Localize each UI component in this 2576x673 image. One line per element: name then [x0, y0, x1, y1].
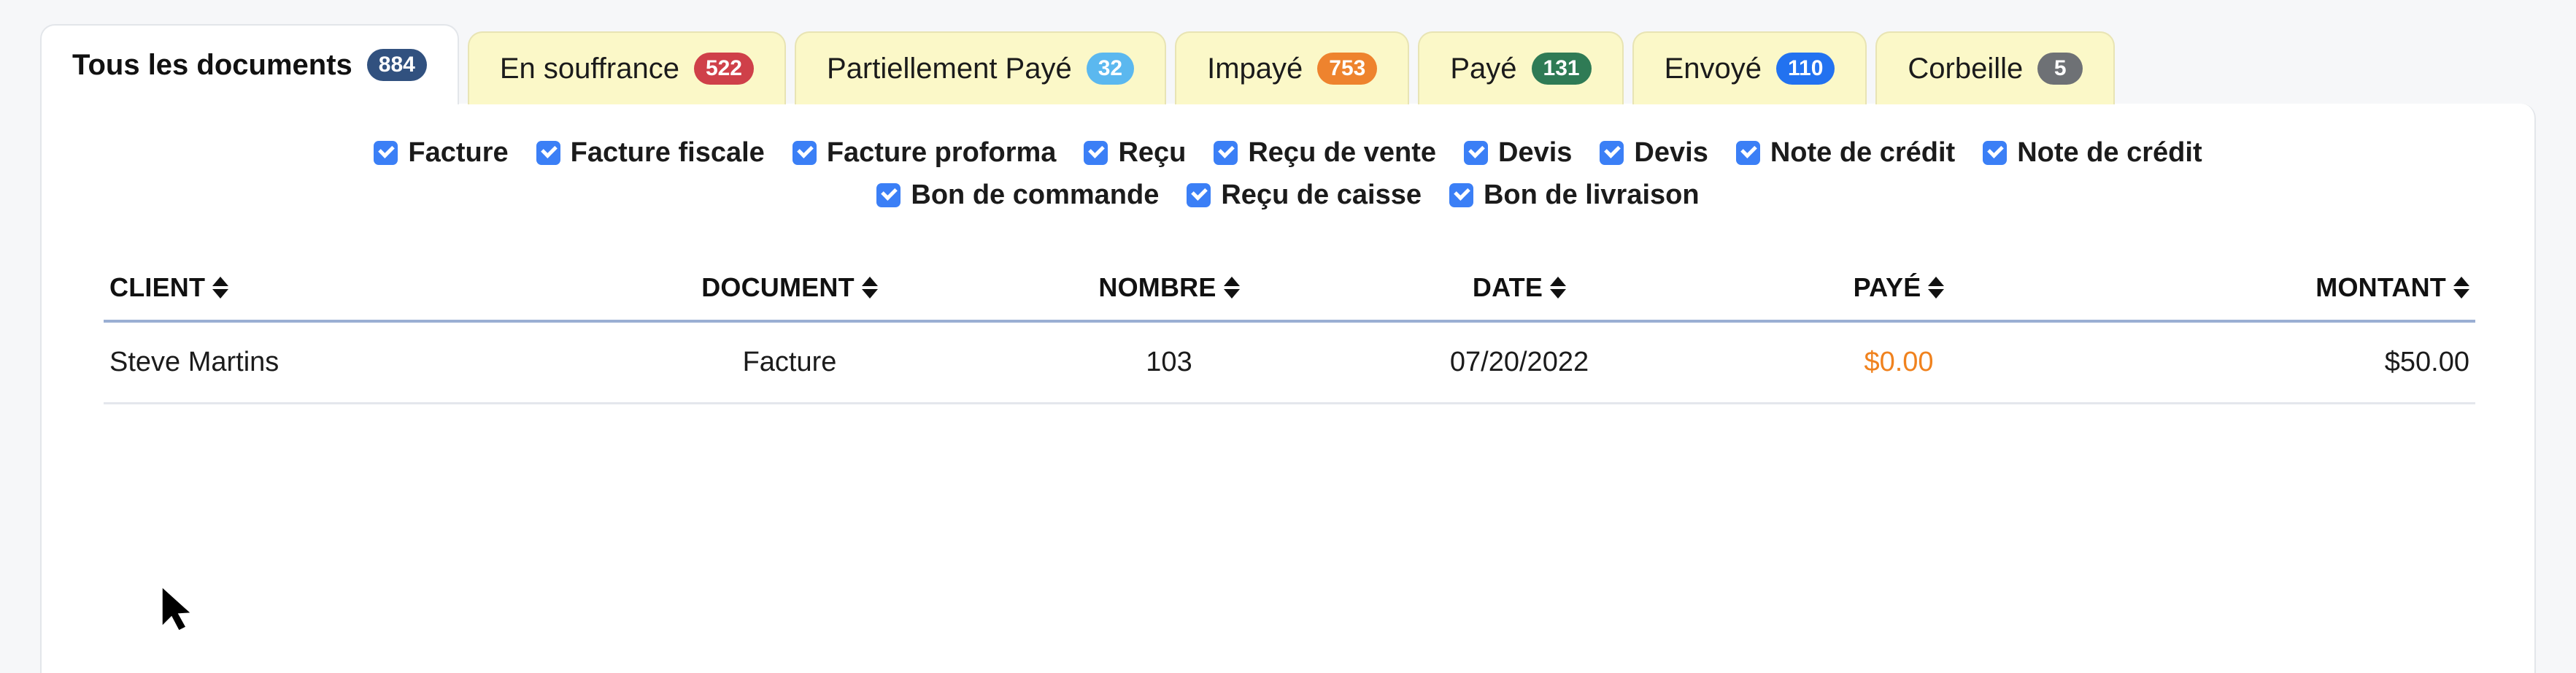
column-header-label: DOCUMENT [701, 272, 855, 302]
document-status-tabs: Tous les documents 884 En souffrance 522 Par… [40, 24, 2116, 104]
column-header-montant[interactable]: MONTANT [2089, 272, 2475, 303]
tab-count-badge: 110 [1776, 53, 1835, 85]
documents-page: Facture Facture fiscale Facture proforma Re… [0, 0, 2576, 673]
checkmark-icon[interactable] [1084, 140, 1108, 165]
sort-arrows-icon[interactable] [861, 277, 878, 299]
tab-label: Impayé [1207, 53, 1303, 85]
filter-label: Reçu de vente [1248, 137, 1437, 168]
column-header-client[interactable]: CLIENT [104, 272, 571, 303]
filter-checkbox-re-u-de-vente[interactable]: Reçu de vente [1214, 139, 1436, 166]
checkmark-icon[interactable] [536, 140, 560, 165]
sort-arrows-icon[interactable] [1928, 277, 1945, 299]
checkmark-icon[interactable] [1600, 140, 1624, 165]
tab-label: Envoyé [1664, 53, 1762, 85]
checkmark-icon[interactable] [876, 182, 901, 207]
tab-en-souffrance[interactable]: En souffrance 522 [467, 31, 786, 104]
filter-checkbox-facture[interactable]: Facture [374, 137, 509, 168]
filter-checkbox-bon-de-livraison[interactable]: Bon de livraison [1449, 181, 1700, 209]
tab-impay[interactable]: Impayé 753 [1175, 31, 1410, 104]
filter-row-1: Facture Facture fiscale Facture proforma Re… [42, 139, 2534, 166]
column-header-label: DATE [1472, 272, 1543, 302]
checkmark-icon[interactable] [374, 140, 398, 165]
tab-count-badge: 884 [366, 49, 427, 81]
cell-document: Facture [742, 347, 837, 377]
filter-checkbox-facture-proforma[interactable]: Facture proforma [792, 137, 1057, 168]
filter-checkbox-facture-fiscale[interactable]: Facture fiscale [536, 139, 765, 166]
tab-partiellement-pay[interactable]: Partiellement Payé 32 [795, 31, 1167, 104]
column-header-label: PAYÉ [1853, 272, 1921, 302]
tab-count-badge: 753 [1317, 53, 1378, 85]
filter-checkbox-bon-de-commande[interactable]: Bon de commande [876, 181, 1159, 209]
column-header-label: NOMBRE [1098, 272, 1216, 302]
tab-label: Payé [1450, 53, 1517, 85]
filter-label: Reçu de caisse [1221, 180, 1422, 210]
tab-count-badge: 522 [693, 53, 754, 85]
tab-count-badge: 5 [2037, 53, 2083, 85]
filter-label: Devis [1498, 137, 1573, 168]
sort-arrows-icon[interactable] [2453, 277, 2469, 299]
cell-paye: $0.00 [1864, 347, 1934, 377]
filter-checkbox-note-de-cr-dit[interactable]: Note de crédit [1983, 139, 2202, 166]
tab-label: Tous les documents [72, 49, 352, 81]
column-header-label: MONTANT [2315, 272, 2446, 302]
sort-arrows-icon[interactable] [1223, 277, 1240, 299]
filter-checkbox-note-de-cr-dit[interactable]: Note de crédit [1735, 137, 1956, 168]
filter-label: Bon de commande [911, 180, 1160, 210]
column-header-nombre[interactable]: NOMBRE [1009, 272, 1330, 303]
filter-label: Bon de livraison [1483, 180, 1700, 210]
tab-corbeille[interactable]: Corbeille 5 [1875, 31, 2116, 104]
filter-label: Note de crédit [2017, 137, 2202, 168]
tab-count-badge: 131 [1531, 53, 1592, 85]
filter-label: Facture proforma [826, 137, 1057, 168]
filter-label: Facture fiscale [570, 137, 765, 168]
column-header-document[interactable]: DOCUMENT [571, 272, 1009, 303]
filter-checkbox-devis[interactable]: Devis [1600, 139, 1708, 166]
filter-checkbox-re-u-de-caisse[interactable]: Reçu de caisse [1187, 181, 1422, 209]
tab-envoy[interactable]: Envoyé 110 [1632, 31, 1867, 104]
cell-montant: $50.00 [2384, 347, 2469, 377]
column-header-date[interactable]: DATE [1330, 272, 1709, 303]
tab-label: Partiellement Payé [827, 53, 1072, 85]
checkmark-icon[interactable] [1464, 140, 1489, 165]
tab-tous-les-documents[interactable]: Tous les documents 884 [40, 24, 459, 104]
cell-nombre: 103 [1146, 347, 1192, 377]
checkmark-icon[interactable] [1983, 140, 2008, 165]
tab-pay[interactable]: Payé 131 [1418, 31, 1624, 104]
documents-table: CLIENT DOCUMENT NOMBRE DATE PAYÉ MONTANT Stev… [104, 255, 2475, 404]
column-header-pay-[interactable]: PAYÉ [1709, 272, 2089, 303]
filter-label: Facture [408, 137, 509, 168]
filter-checkbox-devis[interactable]: Devis [1464, 139, 1572, 166]
column-header-label: CLIENT [109, 272, 206, 302]
document-type-filters: Facture Facture fiscale Facture proforma Re… [42, 104, 2534, 209]
documents-panel: Facture Facture fiscale Facture proforma Re… [40, 104, 2536, 673]
checkmark-icon[interactable] [1735, 140, 1760, 165]
cell-client: Steve Martins [109, 347, 279, 377]
tab-count-badge: 32 [1086, 53, 1135, 85]
checkmark-icon[interactable] [792, 140, 817, 165]
filter-label: Reçu [1118, 137, 1187, 168]
table-body: Steve Martins Facture 103 07/20/2022 $0.00 $5… [104, 323, 2475, 404]
filter-row-2: Bon de commande Reçu de caisse Bon de livr… [42, 181, 2534, 209]
filter-label: Note de crédit [1770, 137, 1956, 168]
tab-label: En souffrance [499, 53, 679, 85]
tab-label: Corbeille [1908, 53, 2024, 85]
checkmark-icon[interactable] [1449, 182, 1473, 207]
cell-date: 07/20/2022 [1449, 347, 1589, 377]
sort-arrows-icon[interactable] [1550, 277, 1567, 299]
sort-arrows-icon[interactable] [212, 277, 229, 299]
checkmark-icon[interactable] [1214, 140, 1238, 165]
table-header-row: CLIENT DOCUMENT NOMBRE DATE PAYÉ MONTANT [104, 255, 2475, 323]
filter-checkbox-re-u[interactable]: Reçu [1084, 139, 1186, 166]
table-row[interactable]: Steve Martins Facture 103 07/20/2022 $0.00 $5… [104, 323, 2475, 404]
checkmark-icon[interactable] [1187, 182, 1211, 207]
filter-label: Devis [1634, 137, 1708, 168]
